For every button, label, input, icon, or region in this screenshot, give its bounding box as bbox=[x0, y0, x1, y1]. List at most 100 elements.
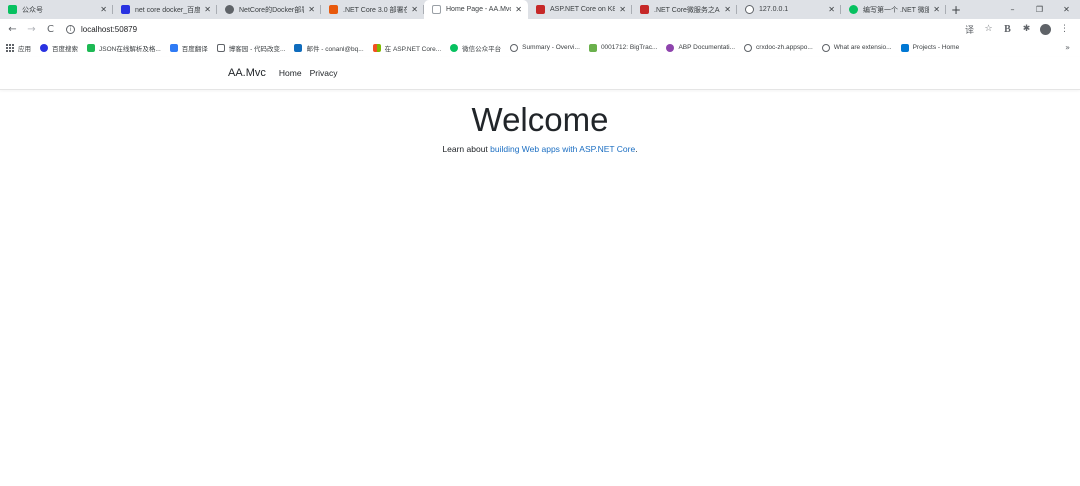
browser-toolbar: ← → C i localhost:50879 译 ☆ B ✱ ⋮ bbox=[0, 19, 1080, 39]
bookmark-item[interactable]: 百度翻译 bbox=[169, 43, 208, 53]
tab[interactable]: NetCore的Docker部署 ✕ bbox=[217, 0, 321, 19]
new-tab-button[interactable]: + bbox=[946, 0, 966, 19]
star-icon[interactable]: ☆ bbox=[979, 24, 998, 34]
cnblogs-icon bbox=[536, 5, 545, 14]
tab[interactable]: 公众号 ✕ bbox=[0, 0, 113, 19]
close-icon[interactable]: ✕ bbox=[204, 5, 211, 14]
bookmark-item[interactable]: Summary - Overvi... bbox=[510, 43, 580, 52]
restore-icon[interactable]: ❐ bbox=[1026, 0, 1053, 19]
cnblogs-icon bbox=[216, 43, 225, 52]
tab[interactable]: ASP.NET Core on K8s ✕ bbox=[528, 0, 632, 19]
close-icon[interactable]: ✕ bbox=[411, 5, 418, 14]
wechat-icon bbox=[849, 5, 858, 14]
bookmarks-bar: 应用 百度搜索 JSON在线解析及格... 百度翻译 博客园 - 代码改变...… bbox=[0, 39, 1080, 56]
tab[interactable]: net core docker_百度搜索 ✕ bbox=[113, 0, 217, 19]
avatar-icon[interactable] bbox=[1040, 23, 1051, 35]
bookmark-item[interactable]: 微信公众平台 bbox=[450, 43, 501, 53]
bookmark-item[interactable]: 邮件 - conanl@bq... bbox=[294, 43, 364, 53]
close-icon[interactable]: ✕ bbox=[619, 5, 626, 14]
page-content: AA.Mvc Home Privacy Welcome Learn about … bbox=[0, 57, 1080, 486]
globe-icon bbox=[745, 5, 754, 14]
extension-b-icon[interactable]: B bbox=[998, 24, 1017, 35]
bookmark-label: 0001712: BigTrac... bbox=[600, 44, 658, 51]
bookmark-label: Summary - Overvi... bbox=[522, 44, 580, 51]
bookmark-item[interactable]: JSON在线解析及格... bbox=[87, 43, 161, 53]
github-icon bbox=[225, 5, 234, 14]
outlook-icon bbox=[294, 43, 303, 52]
bookmark-item[interactable]: 百度搜索 bbox=[40, 43, 78, 53]
site-brand[interactable]: AA.Mvc bbox=[228, 67, 266, 79]
bookmark-item[interactable]: Projects - Home bbox=[900, 43, 959, 52]
info-icon[interactable]: i bbox=[66, 24, 75, 34]
bookmark-label: 应用 bbox=[18, 45, 31, 53]
close-icon[interactable]: ✕ bbox=[828, 5, 835, 14]
nav-link-home[interactable]: Home bbox=[279, 68, 302, 78]
chevron-double-right-icon[interactable]: » bbox=[1065, 39, 1070, 56]
translate-icon bbox=[169, 43, 178, 52]
bookmark-label: JSON在线解析及格... bbox=[99, 45, 161, 53]
back-arrow-icon[interactable]: ← bbox=[3, 19, 22, 39]
toolbar-actions: 译 ☆ B ✱ ⋮ bbox=[960, 19, 1074, 39]
bookmark-item[interactable]: 博客园 - 代码改变... bbox=[216, 43, 285, 53]
close-icon[interactable]: ✕ bbox=[100, 5, 107, 14]
bookmark-label: 百度搜索 bbox=[52, 45, 78, 53]
tab[interactable]: .NET Core 3.0 部署在docker ✕ bbox=[321, 0, 424, 19]
bookmark-label: 百度翻译 bbox=[181, 45, 208, 53]
bookmark-label: ABP Documentati... bbox=[678, 44, 736, 51]
abp-icon bbox=[666, 43, 675, 52]
tab-title: .NET Core 3.0 部署在docker bbox=[343, 6, 408, 14]
close-window-icon[interactable]: ✕ bbox=[1053, 0, 1080, 19]
bookmark-item[interactable]: What are extensio... bbox=[821, 43, 892, 52]
cnblogs-icon bbox=[640, 5, 649, 14]
learn-link[interactable]: building Web apps with ASP.NET Core bbox=[490, 144, 635, 154]
tab-active[interactable]: Home Page - AA.Mvc ✕ bbox=[424, 0, 528, 19]
json-icon bbox=[87, 43, 95, 52]
globe-icon bbox=[744, 43, 753, 52]
puzzle-icon[interactable]: ✱ bbox=[1017, 24, 1036, 34]
bookmark-label: crxdoc-zh.appspo... bbox=[756, 44, 813, 51]
baidu-icon bbox=[40, 43, 48, 52]
address-bar[interactable]: i localhost:50879 bbox=[58, 21, 1008, 37]
apps-icon bbox=[6, 43, 14, 52]
baidu-icon bbox=[121, 5, 130, 14]
bookmark-item[interactable]: 在 ASP.NET Core... bbox=[372, 43, 442, 53]
blog-icon bbox=[329, 5, 338, 14]
close-icon[interactable]: ✕ bbox=[308, 5, 315, 14]
tab-strip: 公众号 ✕ net core docker_百度搜索 ✕ NetCore的Doc… bbox=[0, 0, 1080, 19]
page-heading: Welcome bbox=[471, 101, 609, 138]
bookmark-item[interactable]: 0001712: BigTrac... bbox=[588, 43, 658, 52]
tab-title: net core docker_百度搜索 bbox=[135, 6, 201, 14]
tab[interactable]: 127.0.0.1 ✕ bbox=[737, 0, 841, 19]
minimize-icon[interactable]: – bbox=[999, 0, 1026, 19]
close-icon[interactable]: ✕ bbox=[724, 5, 731, 14]
address-url[interactable]: localhost:50879 bbox=[81, 25, 137, 34]
bookmark-label: What are extensio... bbox=[833, 44, 892, 51]
close-icon[interactable]: ✕ bbox=[933, 5, 940, 14]
window-controls: – ❐ ✕ bbox=[999, 0, 1080, 19]
close-icon[interactable]: ✕ bbox=[515, 5, 522, 14]
tab-title: .NET Core微服务之ASP bbox=[654, 6, 720, 14]
bookmark-item[interactable]: crxdoc-zh.appspo... bbox=[744, 43, 813, 52]
azure-devops-icon bbox=[900, 43, 909, 52]
bug-icon bbox=[588, 43, 597, 52]
tab[interactable]: 编写第一个 .NET 微服务 ✕ bbox=[841, 0, 946, 19]
tab-title: 127.0.0.1 bbox=[759, 6, 789, 13]
nav-link-privacy[interactable]: Privacy bbox=[310, 68, 338, 78]
tab[interactable]: .NET Core微服务之ASP ✕ bbox=[632, 0, 737, 19]
globe-icon bbox=[510, 43, 519, 52]
learn-suffix: . bbox=[635, 144, 638, 154]
globe-icon bbox=[821, 43, 830, 52]
tab-title: 公众号 bbox=[22, 6, 43, 14]
tab-title: ASP.NET Core on K8s bbox=[550, 6, 616, 13]
forward-arrow-icon[interactable]: → bbox=[22, 19, 41, 39]
bookmark-label: 在 ASP.NET Core... bbox=[384, 45, 442, 53]
tab-title: Home Page - AA.Mvc bbox=[446, 6, 512, 13]
menu-icon[interactable]: ⋮ bbox=[1055, 24, 1074, 34]
site-navbar: AA.Mvc Home Privacy bbox=[0, 57, 1080, 90]
bookmark-label: 微信公众平台 bbox=[462, 45, 502, 53]
bookmark-item[interactable]: 应用 bbox=[6, 43, 31, 53]
learn-about-text: Learn about building Web apps with ASP.N… bbox=[0, 144, 1080, 154]
wechat-icon bbox=[450, 43, 459, 52]
bookmark-item[interactable]: ABP Documentati... bbox=[666, 43, 736, 52]
translate-icon[interactable]: 译 bbox=[960, 23, 979, 36]
